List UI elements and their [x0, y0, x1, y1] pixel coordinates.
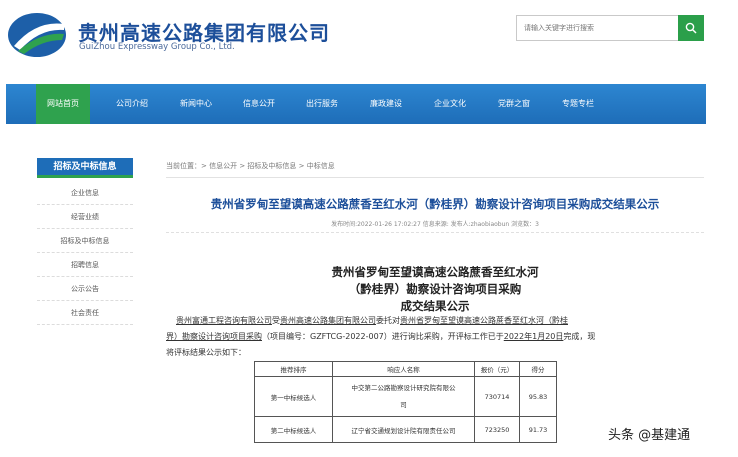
client-name: 贵州高速公路集团有限公司 — [280, 316, 376, 325]
doc-title-line-3: 成交结果公示 — [400, 299, 470, 313]
doc-title-line-1: 贵州省罗甸至望谟高速公路蔗香至红水河 — [331, 265, 539, 279]
nav-item-culture[interactable]: 企业文化 — [420, 84, 480, 124]
table-cell-score: 91.73 — [519, 416, 557, 443]
table-header: 推荐排序 — [254, 361, 333, 377]
nav-item-party[interactable]: 党群之窗 — [484, 84, 544, 124]
table-cell-price: 730714 — [474, 376, 520, 417]
table-header: 响应人名称 — [332, 361, 475, 377]
table-cell-name: 辽宁省交通规划设计院有限责任公司 — [332, 416, 475, 443]
nav-item-special[interactable]: 专题专栏 — [548, 84, 608, 124]
main-nav: 网站首页 公司介绍 新闻中心 信息公开 出行服务 廉政建设 企业文化 党群之窗 … — [6, 84, 706, 124]
table-cell-rank: 第二中标候选人 — [254, 416, 333, 443]
sidebar-item-bidding[interactable]: 招标及中标信息 — [37, 229, 133, 253]
table-cell-rank: 第一中标候选人 — [254, 376, 333, 417]
table-cell-name: 中交第二公路勘察设计研究院有限公司 — [332, 376, 475, 417]
sidebar-item-announcements[interactable]: 公示公告 — [37, 277, 133, 301]
body-paragraph-line-1: 贵州富通工程咨询有限公司受贵州高速公路集团有限公司委托对贵州省罗甸至望谟高速公路… — [176, 316, 568, 325]
search-input[interactable] — [517, 16, 680, 40]
site-header: 贵州高速公路集团有限公司 GuiZhou Expressway Group Co… — [0, 0, 738, 84]
doc-title-line-2: （黔桂界）勘察设计咨询项目采购 — [348, 282, 522, 296]
article-meta: 发布时间:2022-01-26 17:02:27 信息来源: 发布人:zhaob… — [331, 221, 539, 228]
project-name-part-2: 界）勘察设计咨询项目采购 — [166, 332, 262, 341]
sidebar-item-recruitment[interactable]: 招聘信息 — [37, 253, 133, 277]
brand-name-en: GuiZhou Expressway Group Co., Ltd. — [79, 42, 235, 52]
nav-item-travel[interactable]: 出行服务 — [292, 84, 352, 124]
nav-item-integrity[interactable]: 廉政建设 — [356, 84, 416, 124]
breadcrumb: 当前位置：> 信息公开 > 招标及中标信息 > 中标信息 — [166, 162, 335, 170]
sidebar-item-performance[interactable]: 经营业绩 — [37, 205, 133, 229]
sidebar-title: 招标及中标信息 — [37, 158, 133, 178]
article-title: 贵州省罗甸至望谟高速公路蔗香至红水河（黔桂界）勘察设计咨询项目采购成交结果公示 — [210, 197, 660, 211]
nav-item-home[interactable]: 网站首页 — [36, 84, 90, 124]
meta-divider — [166, 232, 704, 233]
sidebar-item-company-info[interactable]: 企业信息 — [37, 181, 133, 205]
nav-item-about[interactable]: 公司介绍 — [102, 84, 162, 124]
search-box — [516, 15, 704, 41]
search-button[interactable] — [678, 15, 704, 41]
table-header-row: 推荐排序 响应人名称 报价（元） 得分 — [254, 361, 557, 377]
nav-item-disclosure[interactable]: 信息公开 — [229, 84, 289, 124]
table-header: 得分 — [519, 361, 557, 377]
result-table: 推荐排序 响应人名称 报价（元） 得分 第一中标候选人 中交第二公路勘察设计研究… — [254, 361, 557, 443]
breadcrumb-divider — [166, 177, 704, 178]
project-name-part-1: 贵州省罗甸至望谟高速公路蔗香至红水河（黔桂 — [400, 316, 568, 325]
table-cell-score: 95.83 — [519, 376, 557, 417]
sidebar-item-social-responsibility[interactable]: 社会责任 — [37, 301, 133, 325]
sidebar-list: 企业信息 经营业绩 招标及中标信息 招聘信息 公示公告 社会责任 — [37, 181, 133, 325]
body-paragraph-line-3: 将评标结果公示如下： — [166, 348, 246, 357]
completion-date: 2022年1月20日 — [503, 332, 564, 341]
nav-item-news[interactable]: 新闻中心 — [166, 84, 226, 124]
watermark: 头条 @基建通 — [608, 428, 691, 443]
table-row: 第二中标候选人 辽宁省交通规划设计院有限责任公司 723250 91.73 — [254, 416, 557, 443]
table-cell-price: 723250 — [474, 416, 520, 443]
agency-name: 贵州富通工程咨询有限公司 — [176, 316, 272, 325]
body-paragraph-line-2: 界）勘察设计咨询项目采购（项目编号：GZFTCG-2022-007）进行询比采购… — [166, 332, 596, 341]
table-row: 第一中标候选人 中交第二公路勘察设计研究院有限公司 730714 95.83 — [254, 376, 557, 417]
search-icon — [685, 22, 697, 34]
company-logo[interactable] — [6, 10, 68, 60]
table-header: 报价（元） — [474, 361, 520, 377]
